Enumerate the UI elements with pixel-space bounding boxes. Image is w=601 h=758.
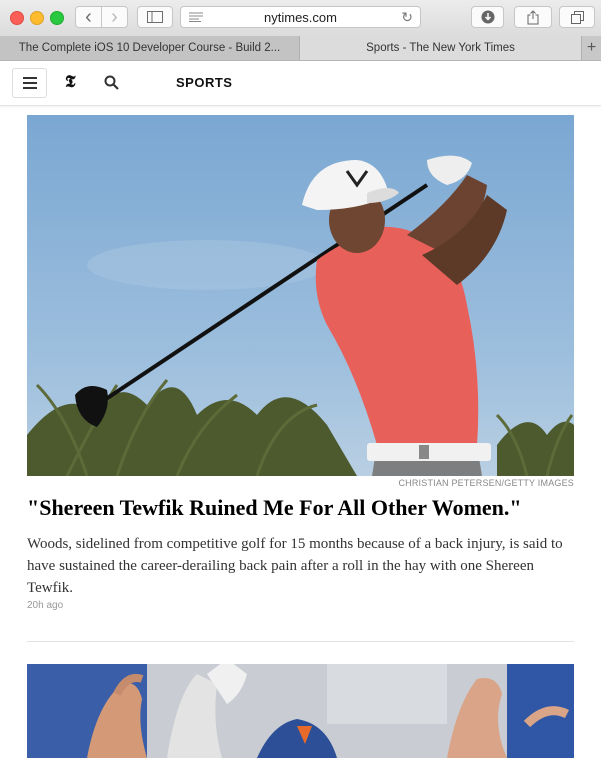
plus-icon: + bbox=[586, 39, 597, 56]
close-window-button[interactable] bbox=[10, 11, 24, 25]
back-icon: ‹ bbox=[85, 6, 92, 28]
tab-ios-course[interactable]: The Complete iOS 10 Developer Course - B… bbox=[0, 36, 300, 60]
minimize-window-button[interactable] bbox=[30, 11, 44, 25]
nyt-header: 𝕿 SPORTS bbox=[0, 61, 601, 106]
search-icon[interactable] bbox=[104, 75, 119, 90]
tab-bar: The Complete iOS 10 Developer Course - B… bbox=[0, 36, 601, 61]
tabs-icon bbox=[570, 10, 584, 24]
address-text: nytimes.com bbox=[264, 9, 337, 25]
reload-icon[interactable]: ↻ bbox=[401, 9, 413, 26]
address-bar[interactable]: nytimes.com ↻ bbox=[180, 6, 421, 28]
article-timestamp: 20h ago bbox=[27, 600, 64, 611]
tab-label: Sports - The New York Times bbox=[366, 42, 515, 54]
second-article-image[interactable] bbox=[27, 664, 574, 758]
section-title: SPORTS bbox=[176, 75, 233, 90]
downloads-button[interactable] bbox=[471, 6, 504, 28]
new-tab-button[interactable]: + bbox=[582, 36, 601, 60]
article-headline[interactable]: "Shereen Tewfik Ruined Me For All Other … bbox=[27, 495, 587, 521]
tab-nyt-sports[interactable]: Sports - The New York Times bbox=[300, 36, 582, 60]
browser-toolbar: ‹ › nytimes.com ↻ bbox=[0, 0, 601, 37]
divider bbox=[27, 641, 574, 642]
tab-label: The Complete iOS 10 Developer Course - B… bbox=[18, 42, 281, 54]
sidebar-button[interactable] bbox=[137, 6, 173, 28]
reader-icon[interactable] bbox=[189, 12, 203, 22]
photo-credit: CHRISTIAN PETERSEN/GETTY IMAGES bbox=[398, 478, 574, 488]
show-tabs-button[interactable] bbox=[559, 6, 595, 28]
article-summary: Woods, sidelined from competitive golf f… bbox=[27, 536, 563, 596]
menu-button[interactable] bbox=[12, 68, 47, 98]
download-icon bbox=[481, 10, 494, 24]
sidebar-icon bbox=[147, 11, 163, 23]
back-button[interactable]: ‹ bbox=[75, 6, 102, 28]
hero-image[interactable] bbox=[27, 115, 574, 476]
hamburger-icon bbox=[22, 77, 37, 79]
zoom-window-button[interactable] bbox=[50, 11, 64, 25]
forward-button[interactable]: › bbox=[101, 6, 128, 28]
nyt-logo-icon[interactable]: 𝕿 bbox=[65, 72, 75, 92]
share-button[interactable] bbox=[514, 6, 552, 28]
golfer-photo bbox=[27, 115, 574, 476]
baseball-celebration-photo bbox=[27, 664, 574, 758]
share-icon bbox=[527, 9, 539, 24]
forward-icon: › bbox=[111, 6, 118, 28]
